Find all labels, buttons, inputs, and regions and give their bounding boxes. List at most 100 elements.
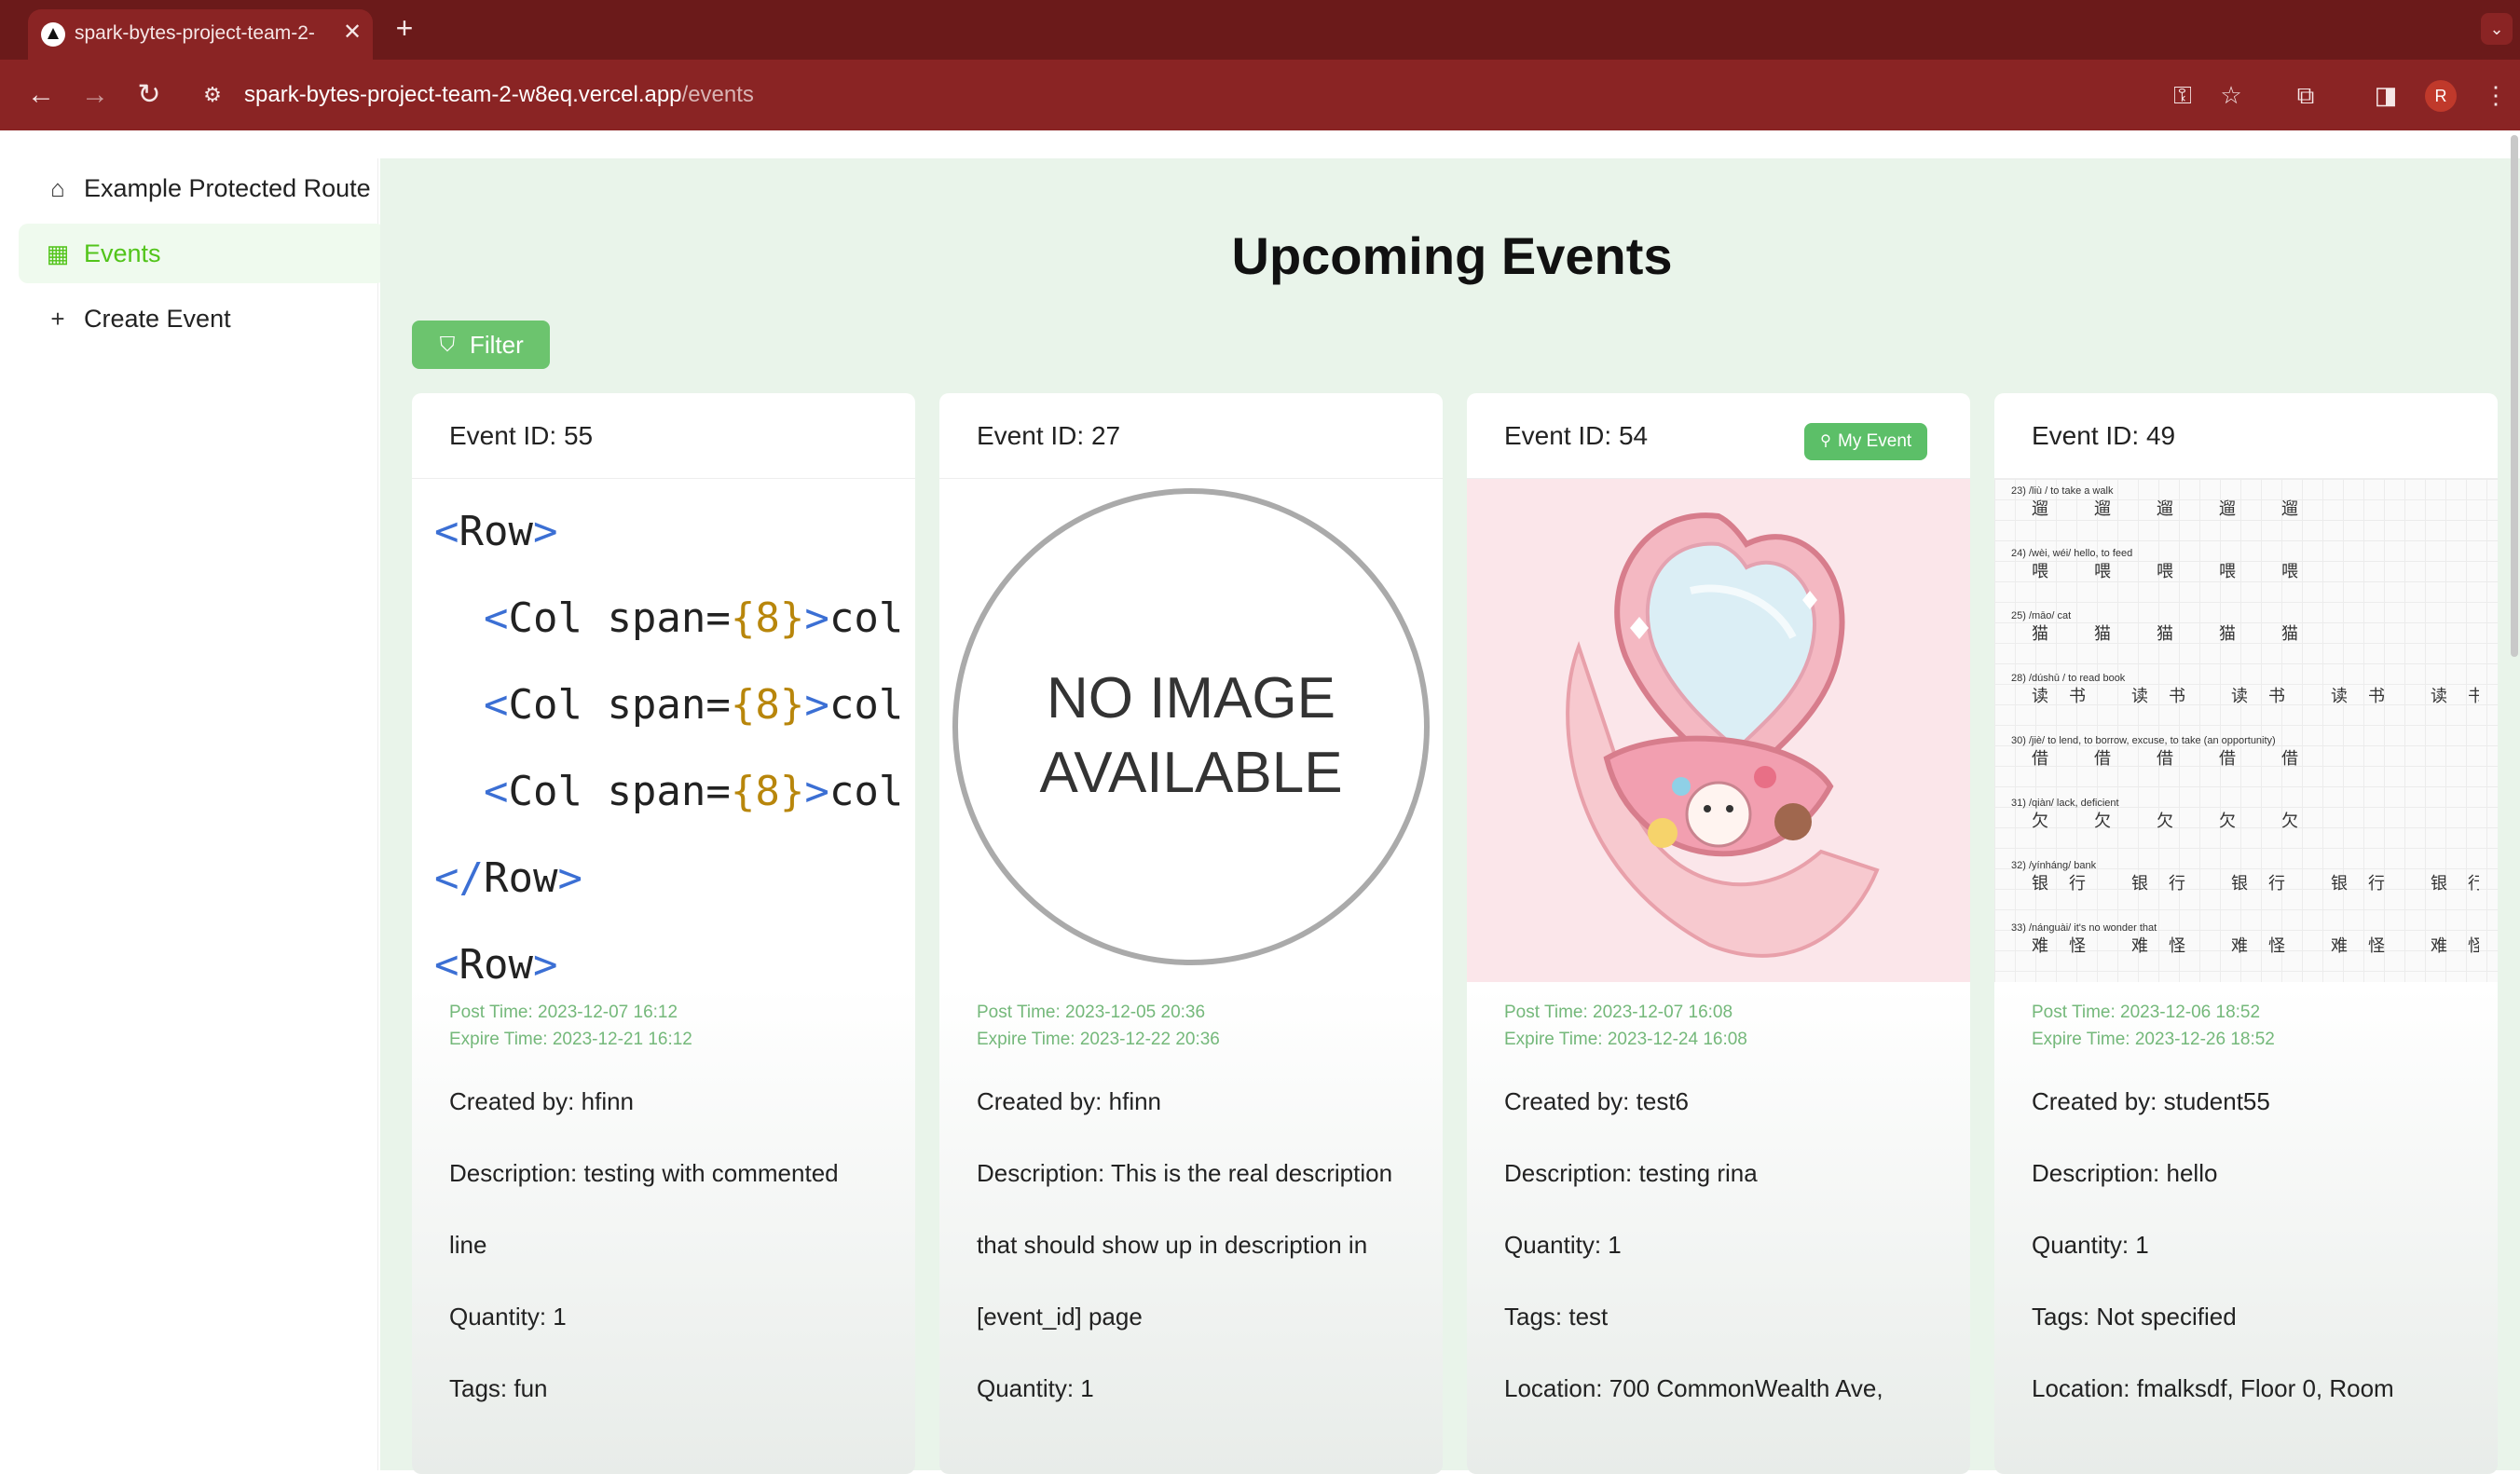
- event-image-handwriting: 23) /liù / to take a walk 遛 遛 遛 遛 遛 24) /w…: [1994, 479, 2498, 982]
- no-image-text: NO IMAGE AVAILABLE: [952, 662, 1430, 811]
- event-id: Event ID: 49: [2032, 421, 2176, 450]
- card-header: Event ID: 55: [412, 393, 915, 479]
- sidebar-item-create-event[interactable]: + Create Event: [19, 289, 386, 348]
- post-time: Post Time: 2023-12-07 16:12: [449, 1003, 678, 1022]
- handwriting-note: 25) /māo/ cat: [2011, 610, 2072, 621]
- code-line: <Row>: [434, 508, 558, 555]
- handwriting-characters: 遛 遛 遛 遛 遛: [2032, 499, 2320, 518]
- page-scrollbar[interactable]: [2511, 135, 2518, 657]
- handwriting-characters: 喂 喂 喂 喂 喂: [2032, 562, 2320, 580]
- password-key-icon[interactable]: ⚿: [2166, 78, 2199, 112]
- event-card[interactable]: Event ID: 27 NO IMAGE AVAILABLE Post Tim…: [939, 393, 1443, 1474]
- reload-icon[interactable]: ↻: [130, 76, 168, 114]
- code-line: </Row>: [434, 854, 582, 902]
- vercel-favicon-icon: [41, 22, 65, 47]
- site-settings-icon[interactable]: ⚙: [198, 80, 227, 110]
- sidebar-item-label: Events: [84, 239, 161, 267]
- event-image-illustration: [1467, 479, 1970, 982]
- event-card[interactable]: Event ID: 49 23) /liù / to take a walk 遛 …: [1994, 393, 2498, 1474]
- url-host: spark-bytes-project-team-2-w8eq.vercel.a…: [244, 82, 682, 107]
- tags: Tags: fun: [449, 1374, 548, 1402]
- quantity: Quantity: 1: [2032, 1231, 2149, 1259]
- quantity: Quantity: 1: [1504, 1231, 1622, 1259]
- sidebar: ⌂ Example Protected Route ▦ Events + Cre…: [9, 158, 386, 1470]
- description-continued: [event_id] page: [977, 1303, 1143, 1331]
- sidebar-item-label: Create Event: [84, 305, 231, 333]
- handwriting-characters: 难怪 难怪 难怪 难怪 难怪: [2032, 936, 2479, 955]
- page-title: Upcoming Events: [1231, 226, 1673, 285]
- tags: Tags: Not specified: [2032, 1303, 2237, 1331]
- sidebar-item-protected-route[interactable]: ⌂ Example Protected Route: [19, 158, 386, 218]
- calendar-icon: ▦: [46, 239, 70, 267]
- handwriting-note: 32) /yínháng/ bank: [2011, 860, 2097, 871]
- address-bar[interactable]: spark-bytes-project-team-2-w8eq.vercel.a…: [244, 78, 1642, 112]
- code-line: <Col span={8}>col: [483, 681, 904, 729]
- no-image-line: AVAILABLE: [1039, 741, 1343, 805]
- filter-button[interactable]: ⛉ Filter: [412, 321, 550, 369]
- browser-toolbar: ← → ↻ ⚙ spark-bytes-project-team-2-w8eq.…: [0, 60, 2520, 130]
- sidebar-item-events[interactable]: ▦ Events: [19, 224, 386, 283]
- events-main: Upcoming Events ⛉ Filter Event ID: 55 <R…: [380, 158, 2520, 1474]
- location: Location: 700 CommonWealth Ave,: [1504, 1374, 1883, 1402]
- side-panel-icon[interactable]: ◨: [2369, 78, 2403, 112]
- home-icon: ⌂: [50, 174, 65, 202]
- code-line: <Row>: [434, 941, 558, 982]
- event-card[interactable]: Event ID: 55 <Row> <Col span={8}>col <Co…: [412, 393, 915, 1474]
- event-times: Post Time: 2023-12-07 16:12 Expire Time:…: [449, 999, 897, 1055]
- handwriting-note: 23) /liù / to take a walk: [2011, 485, 2114, 497]
- url-path: /events: [681, 82, 754, 107]
- profile-avatar[interactable]: R: [2425, 80, 2457, 112]
- event-times: Post Time: 2023-12-07 16:08 Expire Time:…: [1504, 999, 1952, 1055]
- event-id: Event ID: 55: [449, 421, 594, 450]
- event-image-code-snippet: <Row> <Col span={8}>col <Col span={8}>co…: [412, 479, 915, 982]
- bookmark-star-icon[interactable]: ☆: [2214, 78, 2248, 112]
- event-card[interactable]: Event ID: 54 ⚲ My Event Post Time: 2023-…: [1467, 393, 1970, 1474]
- handwriting-characters: 银行 银行 银行 银行 银行: [2032, 874, 2479, 893]
- created-by: Created by: hfinn: [977, 1087, 1162, 1115]
- code-line: <Col span={8}>col: [483, 768, 904, 815]
- handwriting-characters: 欠 欠 欠 欠 欠: [2032, 812, 2320, 830]
- description: Description: testing rina: [1504, 1159, 1758, 1187]
- tab-title: spark-bytes-project-team-2-: [75, 22, 315, 44]
- handwriting-note: 28) /dúshū / to read book: [2011, 673, 2126, 684]
- forward-arrow-icon[interactable]: →: [76, 76, 114, 114]
- description: Description: testing with commented: [449, 1159, 839, 1187]
- event-id: Event ID: 54: [1504, 421, 1649, 450]
- compact-mirror-illustration: [1467, 479, 1970, 982]
- location: Location: fmalksdf, Floor 0, Room: [2032, 1374, 2394, 1402]
- event-image-placeholder: NO IMAGE AVAILABLE: [939, 479, 1443, 982]
- browser-menu-icon[interactable]: ⋮: [2479, 78, 2513, 112]
- expire-time: Expire Time: 2023-12-21 16:12: [449, 1030, 692, 1049]
- post-time: Post Time: 2023-12-05 20:36: [977, 1003, 1206, 1022]
- expire-time: Expire Time: 2023-12-24 16:08: [1504, 1030, 1747, 1049]
- handwriting-note: 30) /jiè/ to lend, to borrow, excuse, to…: [2011, 735, 2276, 746]
- badge-label: My Event: [1838, 431, 1912, 451]
- quantity: Quantity: 1: [449, 1303, 567, 1331]
- description: Description: This is the real descriptio…: [977, 1159, 1393, 1187]
- tab-search-icon[interactable]: ⌄: [2481, 13, 2513, 45]
- new-tab-button[interactable]: +: [390, 13, 419, 43]
- code-snippet: <Row> <Col span={8}>col <Col span={8}>co…: [434, 488, 903, 982]
- description-continued: line: [449, 1231, 487, 1259]
- event-times: Post Time: 2023-12-06 18:52 Expire Time:…: [2032, 999, 2479, 1055]
- handwriting-note: 24) /wèi, wéi/ hello, to feed: [2011, 548, 2133, 559]
- expire-time: Expire Time: 2023-12-26 18:52: [2032, 1030, 2275, 1049]
- handwriting-note: 33) /nánguài/ it's no wonder that: [2011, 922, 2157, 934]
- browser-tab-bar: spark-bytes-project-team-2- ✕ + ⌄: [0, 0, 2520, 60]
- back-arrow-icon[interactable]: ←: [22, 76, 60, 114]
- extensions-icon[interactable]: ⧉: [2289, 78, 2322, 112]
- plus-icon: +: [50, 305, 65, 333]
- post-time: Post Time: 2023-12-07 16:08: [1504, 1003, 1733, 1022]
- description-continued: that should show up in description in: [977, 1231, 1368, 1259]
- user-icon: ⚲: [1820, 433, 1831, 449]
- close-tab-icon[interactable]: ✕: [339, 19, 365, 47]
- expire-time: Expire Time: 2023-12-22 20:36: [977, 1030, 1220, 1049]
- handwriting-characters: 借 借 借 借 借: [2032, 749, 2320, 768]
- app-content: ⌂ Example Protected Route ▦ Events + Cre…: [0, 130, 2520, 1474]
- sidebar-item-label: Example Protected Route: [84, 174, 371, 202]
- browser-tab[interactable]: spark-bytes-project-team-2- ✕: [28, 9, 373, 60]
- card-header: Event ID: 49: [1994, 393, 2498, 479]
- card-header: Event ID: 54 ⚲ My Event: [1467, 393, 1970, 479]
- handwriting-characters: 猫 猫 猫 猫 猫: [2032, 624, 2320, 643]
- code-line: <Col span={8}>col: [483, 594, 904, 642]
